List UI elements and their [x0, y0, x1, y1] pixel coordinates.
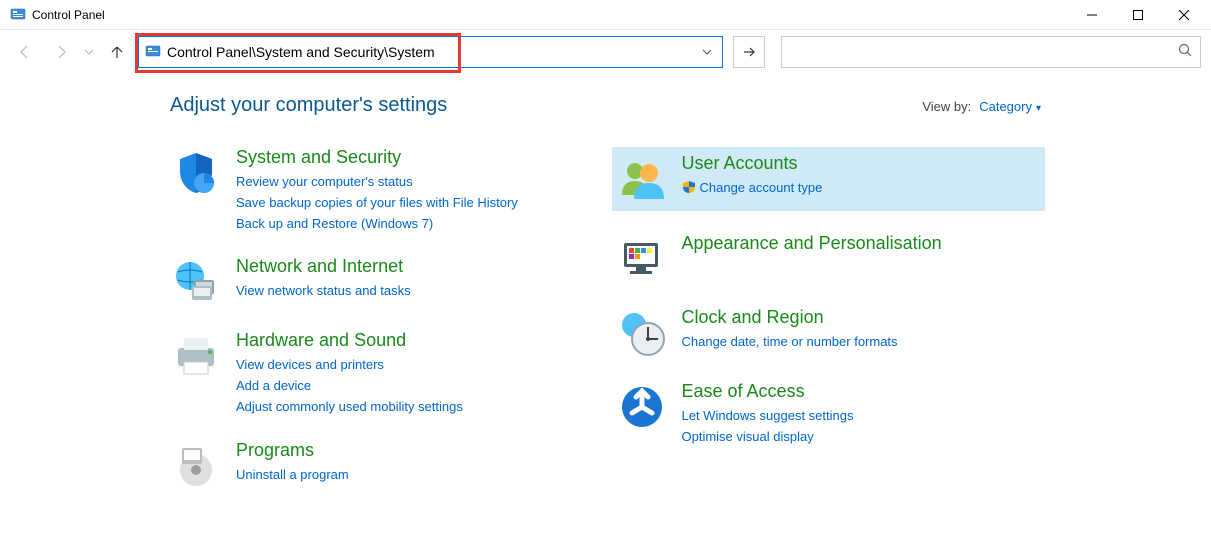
category-title[interactable]: System and Security: [236, 147, 596, 168]
clock-icon: [616, 307, 668, 359]
category-title[interactable]: Programs: [236, 440, 596, 461]
address-path: Control Panel\System and Security\System: [167, 44, 698, 60]
programs-icon: [170, 440, 222, 492]
ease-of-access-icon: [616, 381, 668, 433]
close-button[interactable]: [1161, 0, 1207, 30]
viewby-dropdown[interactable]: Category▾: [979, 98, 1041, 116]
control-panel-icon: [10, 7, 26, 23]
left-column: System and Security Review your computer…: [170, 147, 596, 514]
category-link[interactable]: View network status and tasks: [236, 281, 596, 302]
category-title[interactable]: Ease of Access: [682, 381, 1042, 402]
nav-row: Control Panel\System and Security\System: [0, 30, 1211, 74]
shield-icon: [170, 147, 222, 199]
category-title[interactable]: Hardware and Sound: [236, 330, 596, 351]
viewby-label: View by:: [922, 99, 971, 114]
category-title[interactable]: Network and Internet: [236, 256, 596, 277]
category-link[interactable]: View devices and printers: [236, 355, 596, 376]
go-button[interactable]: [733, 36, 765, 68]
maximize-button[interactable]: [1115, 0, 1161, 30]
category-title[interactable]: Clock and Region: [682, 307, 1042, 328]
category-link[interactable]: Review your computer's status: [236, 172, 596, 193]
minimize-button[interactable]: [1069, 0, 1115, 30]
category-clock-and-region: Clock and Region Change date, time or nu…: [616, 307, 1042, 359]
address-dropdown-icon[interactable]: [698, 47, 716, 57]
recent-dropdown[interactable]: [82, 37, 96, 67]
printer-icon: [170, 330, 222, 382]
category-link[interactable]: Change account type: [682, 178, 1042, 199]
right-column: User Accounts Change account type Appear…: [616, 147, 1042, 514]
category-link[interactable]: Add a device: [236, 376, 596, 397]
category-user-accounts[interactable]: User Accounts Change account type: [612, 147, 1046, 211]
category-link[interactable]: Adjust commonly used mobility settings: [236, 397, 596, 418]
up-button[interactable]: [102, 37, 132, 67]
category-title[interactable]: User Accounts: [682, 153, 1042, 174]
window-title: Control Panel: [32, 8, 105, 22]
category-link[interactable]: Back up and Restore (Windows 7): [236, 214, 596, 235]
search-input[interactable]: [790, 44, 1178, 60]
user-accounts-icon: [616, 153, 668, 205]
category-programs: Programs Uninstall a program: [170, 440, 596, 492]
content-area: Adjust your computer's settings View by:…: [0, 74, 1211, 514]
search-icon: [1178, 43, 1192, 62]
uac-shield-icon: [682, 180, 696, 194]
category-link[interactable]: Change date, time or number formats: [682, 332, 1042, 353]
category-link[interactable]: Save backup copies of your files with Fi…: [236, 193, 596, 214]
globe-network-icon: [170, 256, 222, 308]
category-hardware-and-sound: Hardware and Sound View devices and prin…: [170, 330, 596, 417]
category-appearance-and-personalisation: Appearance and Personalisation: [616, 233, 1042, 285]
category-link[interactable]: Optimise visual display: [682, 427, 1042, 448]
page-title: Adjust your computer's settings: [170, 94, 922, 117]
category-link[interactable]: Let Windows suggest settings: [682, 406, 1042, 427]
control-panel-icon: [145, 44, 161, 60]
address-bar[interactable]: Control Panel\System and Security\System: [138, 36, 723, 68]
category-title[interactable]: Appearance and Personalisation: [682, 233, 1042, 254]
category-ease-of-access: Ease of Access Let Windows suggest setti…: [616, 381, 1042, 448]
titlebar: Control Panel: [0, 0, 1211, 30]
forward-button[interactable]: [46, 37, 76, 67]
back-button[interactable]: [10, 37, 40, 67]
category-system-and-security: System and Security Review your computer…: [170, 147, 596, 234]
category-link[interactable]: Uninstall a program: [236, 465, 596, 486]
header-row: Adjust your computer's settings View by:…: [170, 94, 1041, 117]
category-network-and-internet: Network and Internet View network status…: [170, 256, 596, 308]
appearance-icon: [616, 233, 668, 285]
search-box[interactable]: [781, 36, 1201, 68]
